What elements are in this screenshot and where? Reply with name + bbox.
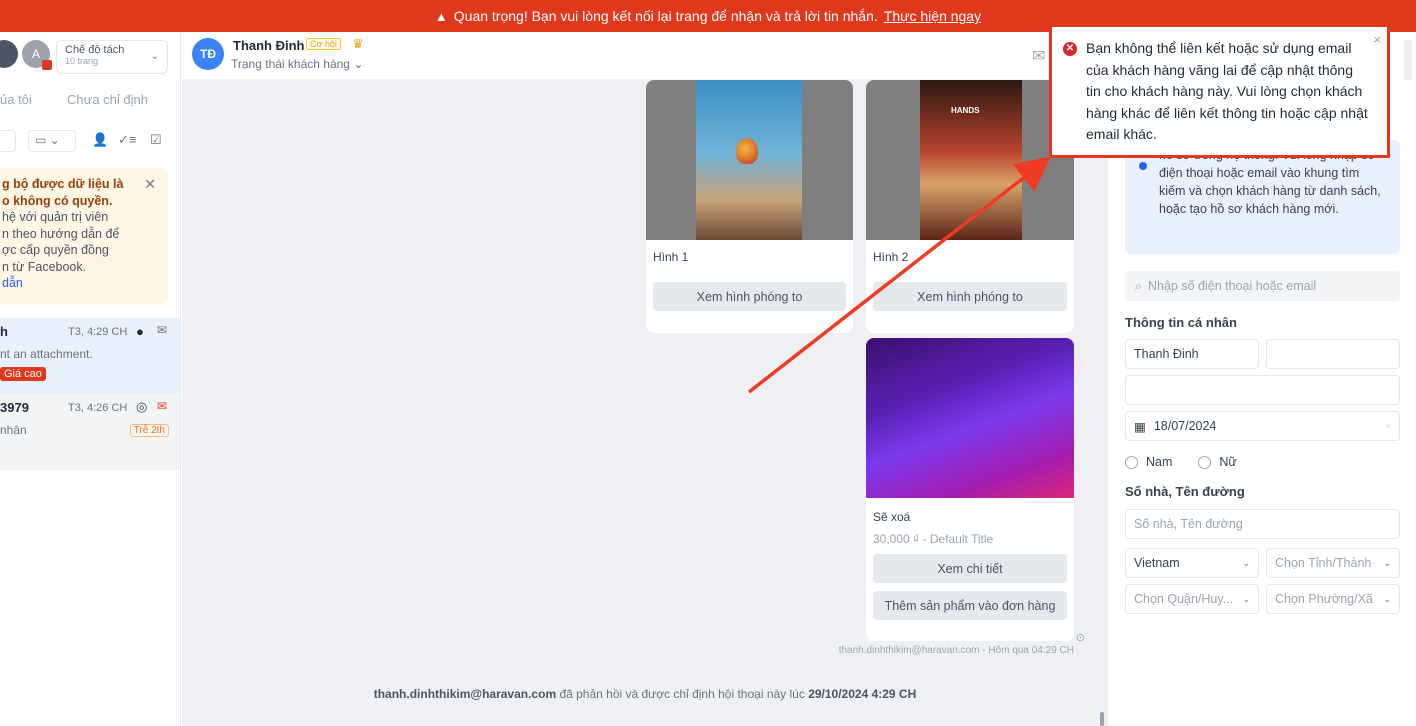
chevron-down-icon: ⌄ bbox=[1242, 557, 1250, 568]
conversation-item[interactable]: h T3, 4:29 CH ● ✉ nt an attachment. Giá … bbox=[0, 318, 180, 394]
chat-messages-area[interactable]: Hình 1 Xem hình phóng to HANDS Hình 2 Xe… bbox=[182, 80, 1108, 726]
user-avatar[interactable] bbox=[0, 40, 18, 68]
chat-header: TĐ Thanh Đinh Cơ hội ♛ Trạng thái khách … bbox=[182, 32, 1108, 80]
view-detail-button[interactable]: Xem chi tiết bbox=[873, 554, 1067, 583]
close-icon[interactable]: × bbox=[1373, 29, 1381, 51]
message-meta: thanh.dinhthikim@haravan.com - Hôm qua 0… bbox=[838, 645, 1074, 656]
sidebar-toolbar: ▭ ⌄ 👤 ✓≡ ☑ bbox=[0, 130, 180, 152]
chevron-down-icon: ⌄ bbox=[150, 51, 159, 62]
country-select[interactable]: Vietnam ⌄ bbox=[1125, 548, 1259, 578]
card-title: Hình 1 bbox=[653, 250, 689, 264]
close-icon[interactable]: ✕ bbox=[144, 176, 156, 193]
notice-title: g bộ được dữ liệu là o không có quyền. bbox=[2, 177, 124, 208]
search-field[interactable] bbox=[0, 130, 16, 152]
chevron-down-icon: ⌄ bbox=[353, 57, 364, 71]
customer-search-input[interactable]: ⌕ Nhập số điện thoại hoặc email bbox=[1125, 271, 1400, 301]
conversation-time: T3, 4:29 CH bbox=[68, 326, 128, 338]
scrollbar[interactable] bbox=[1100, 712, 1104, 726]
product-title: Sẽ xoá bbox=[873, 510, 911, 524]
email-icon: ✉ bbox=[157, 323, 168, 337]
tab-mine[interactable]: ủa tôi bbox=[0, 92, 32, 107]
status-dot-icon bbox=[42, 60, 52, 70]
notice-body: hệ với quản trị viên n theo hướng dẫn để… bbox=[2, 210, 120, 274]
customer-name[interactable]: Thanh Đinh bbox=[233, 38, 305, 53]
view-image-button[interactable]: Xem hình phóng to bbox=[873, 282, 1067, 311]
toast-message: Bạn không thể liên kết hoặc sử dụng emai… bbox=[1086, 40, 1368, 142]
stage-badge: Cơ hội bbox=[306, 38, 341, 50]
gender-options: Nam Nữ bbox=[1125, 455, 1237, 470]
first-name-field[interactable]: Thanh Đinh bbox=[1125, 339, 1259, 369]
email-field[interactable] bbox=[1125, 375, 1400, 405]
facebook-icon: ● bbox=[136, 324, 144, 339]
conversation-item[interactable]: 3979 T3, 4:26 CH ◎ ✉ nhân Trễ 2th bbox=[0, 394, 180, 470]
assignment-note: thanh.dinhthikim@haravan.com đã phản hồi… bbox=[373, 687, 917, 701]
shop-sign-text: HANDS bbox=[951, 106, 980, 115]
chevron-down-icon: ⌄ bbox=[1383, 593, 1391, 604]
email-icon[interactable]: ✉ bbox=[1032, 46, 1045, 66]
product-card: Sẽ xoá 30,000 ₫ - Default Title Xem chi … bbox=[866, 338, 1074, 641]
view-mode-select[interactable]: Chế độ tách 10 trang ⌄ bbox=[56, 40, 168, 74]
card-title: Hình 2 bbox=[873, 250, 909, 264]
address-field[interactable]: Số nhà, Tên đường bbox=[1125, 509, 1400, 539]
last-name-field[interactable] bbox=[1266, 339, 1400, 369]
notice-guide-link[interactable]: dẫn bbox=[2, 276, 23, 290]
checklist-icon[interactable]: ✓≡ bbox=[118, 132, 136, 148]
info-icon bbox=[1139, 162, 1147, 170]
banner-action-link[interactable]: Thực hiện ngay bbox=[884, 8, 981, 24]
info-icon[interactable]: ⊙ bbox=[1076, 631, 1085, 644]
add-to-order-button[interactable]: Thêm sản phẩm vào đơn hàng bbox=[873, 591, 1067, 620]
assign-email: thanh.dinhthikim@haravan.com bbox=[373, 687, 557, 701]
banner-text: Quan trọng! Bạn vui lòng kết nối lại tra… bbox=[453, 8, 878, 24]
warning-triangle-icon: ▲ bbox=[434, 8, 448, 24]
conversation-sidebar: A Chế độ tách 10 trang ⌄ ủa tôi Chưa chỉ… bbox=[0, 32, 181, 726]
province-select[interactable]: Chọn Tỉnh/Thành ⌄ bbox=[1266, 548, 1400, 578]
assign-agent-icon[interactable]: 👤 bbox=[92, 132, 108, 148]
shop-image: HANDS bbox=[866, 80, 1074, 240]
tag-badge: Giá cao bbox=[0, 367, 46, 381]
error-toast: ✕ × Bạn không thể liên kết hoặc sử dụng … bbox=[1049, 24, 1390, 158]
chevron-down-icon: ⌄ bbox=[1242, 593, 1250, 604]
customer-status-select[interactable]: Trạng thái khách hàng ⌄ bbox=[231, 57, 363, 71]
image-card: HANDS Hình 2 Xem hình phóng to bbox=[866, 80, 1074, 333]
image-card: Hình 1 Xem hình phóng to bbox=[646, 80, 853, 333]
chevron-down-icon: ⌄ bbox=[1383, 557, 1391, 568]
conversation-preview: nt an attachment. bbox=[0, 347, 93, 361]
conversation-time: T3, 4:26 CH bbox=[68, 402, 128, 414]
assign-time: 29/10/2024 4:29 CH bbox=[808, 687, 917, 701]
instagram-icon: ◎ bbox=[136, 399, 148, 414]
vip-icon: ♛ bbox=[352, 36, 364, 51]
product-image bbox=[866, 338, 1074, 498]
gender-male-radio[interactable]: Nam bbox=[1125, 455, 1172, 470]
permission-notice: g bộ được dữ liệu là o không có quyền. h… bbox=[0, 168, 168, 304]
balloon-image bbox=[646, 80, 853, 240]
email-icon: ✉ bbox=[157, 399, 168, 413]
tab-unassigned[interactable]: Chưa chỉ định bbox=[67, 92, 148, 107]
select-all-icon[interactable]: ☑ bbox=[150, 132, 162, 148]
clear-icon[interactable]: × bbox=[1386, 421, 1391, 431]
calendar-icon: ▦ bbox=[1134, 419, 1146, 434]
search-icon: ⌕ bbox=[1135, 278, 1143, 293]
error-circle-icon: ✕ bbox=[1063, 42, 1077, 56]
birthday-field[interactable]: ▦ 18/07/2024 × bbox=[1125, 411, 1400, 441]
product-price: 30,000 ₫ - Default Title bbox=[873, 532, 994, 546]
gender-female-radio[interactable]: Nữ bbox=[1198, 455, 1237, 470]
address-label: Số nhà, Tên đường bbox=[1125, 484, 1245, 499]
view-image-button[interactable]: Xem hình phóng to bbox=[653, 282, 846, 311]
panel-collapse-handle[interactable] bbox=[1404, 40, 1412, 80]
personal-info-label: Thông tin cá nhân bbox=[1125, 315, 1237, 330]
agent-avatars: A bbox=[0, 40, 52, 70]
account-avatar[interactable]: A bbox=[22, 40, 52, 70]
customer-avatar[interactable]: TĐ bbox=[192, 38, 224, 70]
ward-select[interactable]: Chọn Phường/Xã ⌄ bbox=[1266, 584, 1400, 614]
district-select[interactable]: Chọn Quận/Huy... ⌄ bbox=[1125, 584, 1259, 614]
late-badge: Trễ 2th bbox=[129, 424, 169, 437]
inbox-filter-button[interactable]: ▭ ⌄ bbox=[28, 130, 76, 152]
